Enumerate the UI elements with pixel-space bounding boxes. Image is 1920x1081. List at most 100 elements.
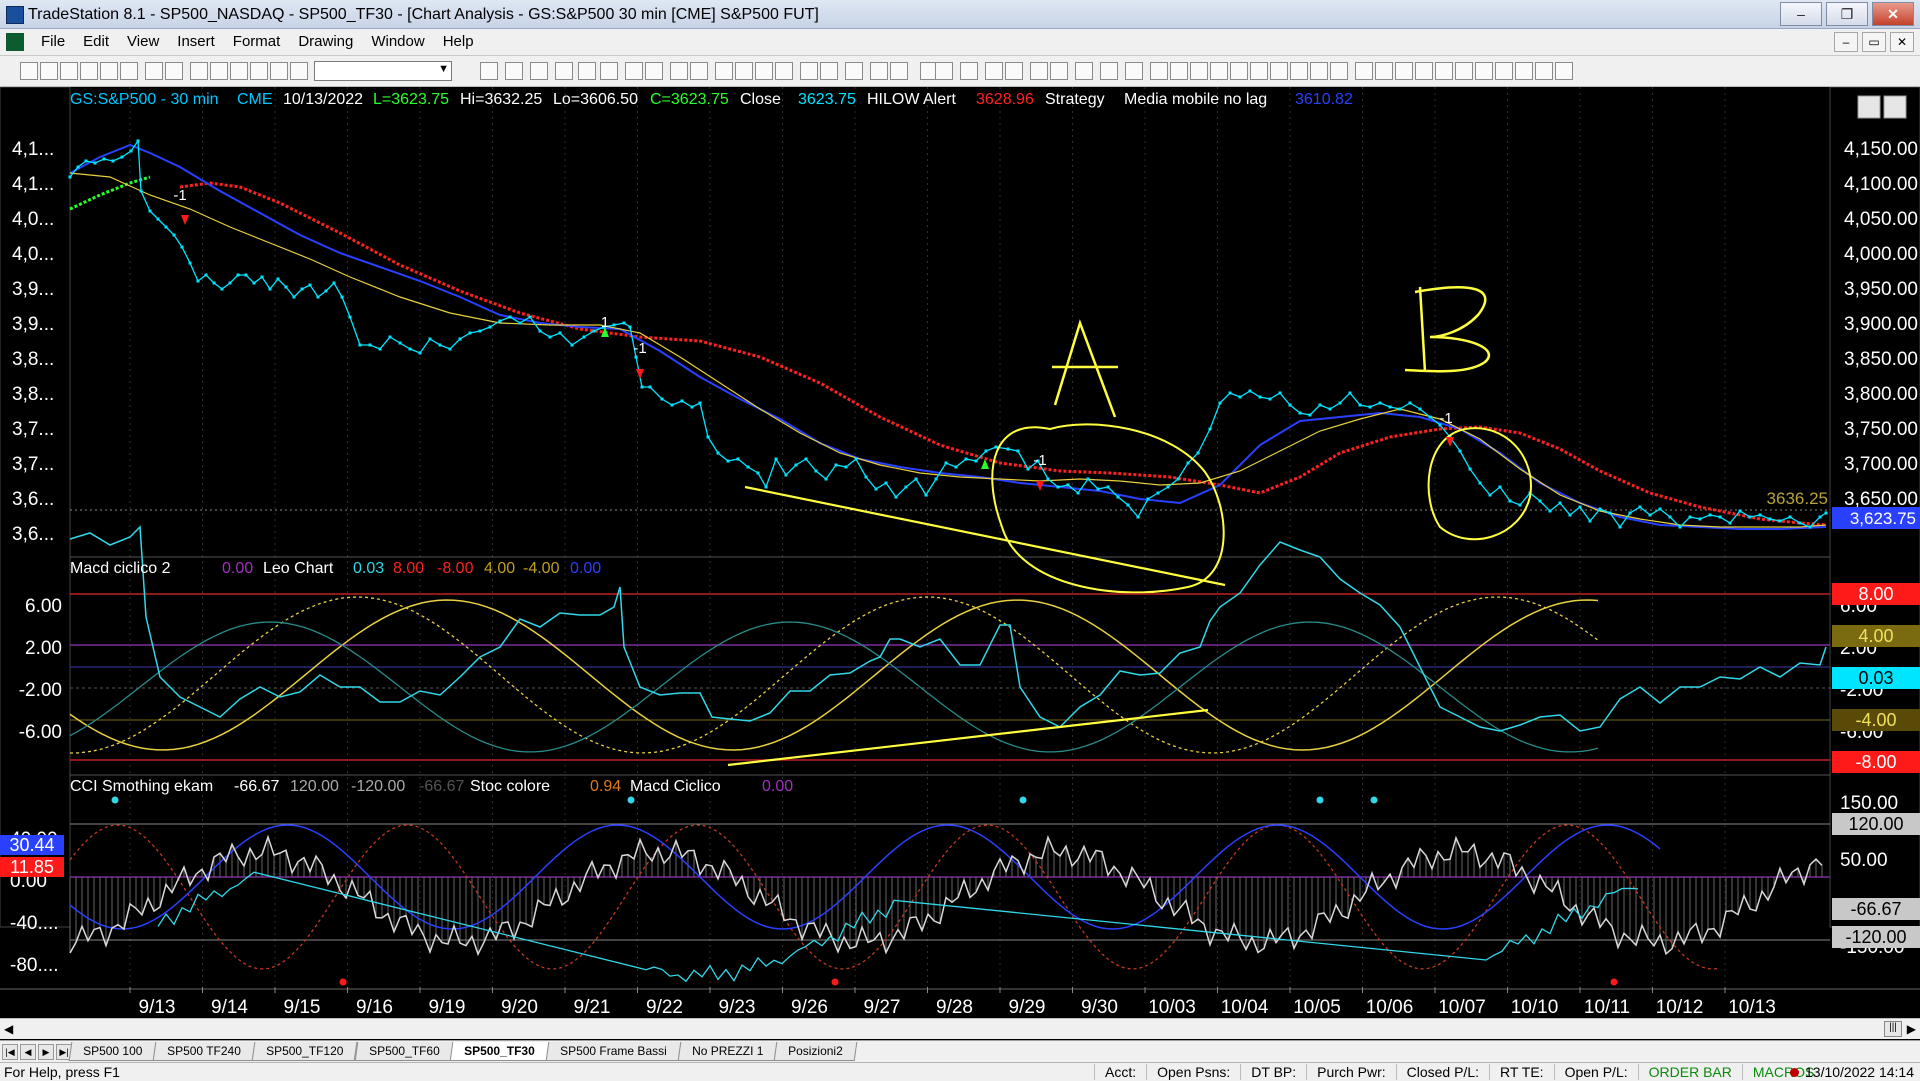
menu-edit[interactable]: Edit <box>74 33 118 50</box>
toolbar-button-50-icon[interactable] <box>1270 62 1288 80</box>
toolbar-button-7-icon[interactable] <box>145 62 163 80</box>
scroll-thumb[interactable]: ||| <box>1884 1021 1902 1037</box>
menu-bar: File Edit View Insert Format Drawing Win… <box>0 29 1920 56</box>
toolbar-button-21-icon[interactable] <box>625 62 643 80</box>
toolbar-button-52-icon[interactable] <box>1310 62 1328 80</box>
menu-help[interactable]: Help <box>434 33 483 50</box>
tab-sp500-tf120[interactable]: SP500_TF120 <box>251 1042 358 1061</box>
toolbar-button-25-icon[interactable] <box>715 62 733 80</box>
close-button[interactable]: ✕ <box>1872 2 1914 26</box>
maximize-button[interactable]: ❐ <box>1826 2 1868 26</box>
toolbar-button-63-icon[interactable] <box>1535 62 1553 80</box>
toolbar-button-44-icon[interactable] <box>1150 62 1168 80</box>
order-bar-button[interactable]: ORDER BAR <box>1637 1064 1742 1080</box>
tab-prev-icon[interactable]: ◀ <box>20 1044 36 1060</box>
toolbar-button-31-icon[interactable] <box>845 62 863 80</box>
toolbar-button-54-icon[interactable] <box>1355 62 1373 80</box>
toolbar-button-35-icon[interactable] <box>935 62 953 80</box>
toolbar-button-9-icon[interactable] <box>190 62 208 80</box>
toolbar-button-41-icon[interactable] <box>1075 62 1093 80</box>
toolbar-button-29-icon[interactable] <box>800 62 818 80</box>
tab-sp500-frame-bassi[interactable]: SP500 Frame Bassi <box>545 1042 682 1061</box>
toolbar-button-45-icon[interactable] <box>1170 62 1188 80</box>
mdi-close-button[interactable]: ✕ <box>1890 32 1914 52</box>
menu-view[interactable]: View <box>118 33 168 50</box>
scroll-left-icon[interactable]: ◀ <box>4 1022 13 1036</box>
toolbar-button-38-icon[interactable] <box>1005 62 1023 80</box>
toolbar-button-40-icon[interactable] <box>1050 62 1068 80</box>
toolbar-button-6-icon[interactable] <box>120 62 138 80</box>
tab-sp500-tf240[interactable]: SP500 TF240 <box>153 1042 256 1061</box>
menu-drawing[interactable]: Drawing <box>289 33 362 50</box>
toolbar-button-5-icon[interactable] <box>100 62 118 80</box>
toolbar-button-16-icon[interactable] <box>505 62 523 80</box>
toolbar-button-49-icon[interactable] <box>1250 62 1268 80</box>
toolbar-button-11-icon[interactable] <box>230 62 248 80</box>
tab-sp500-100[interactable]: SP500 100 <box>68 1042 157 1061</box>
toolbar-button-12-icon[interactable] <box>250 62 268 80</box>
panel-minimize-button[interactable] <box>1857 95 1881 119</box>
toolbar-button-10-icon[interactable] <box>210 62 228 80</box>
mdi-minimize-button[interactable]: – <box>1834 32 1858 52</box>
toolbar-button-61-icon[interactable] <box>1495 62 1513 80</box>
toolbar-button-14-icon[interactable] <box>290 62 308 80</box>
workspace-combo[interactable]: ▼ <box>314 61 452 81</box>
price-bar <box>1218 401 1222 405</box>
toolbar-button-36-icon[interactable] <box>960 62 978 80</box>
toolbar-button-17-icon[interactable] <box>530 62 548 80</box>
toolbar-button-39-icon[interactable] <box>1030 62 1048 80</box>
horizontal-scrollbar[interactable]: ◀ ||| ▶ <box>0 1018 1920 1039</box>
toolbar-button-59-icon[interactable] <box>1455 62 1473 80</box>
toolbar-button-55-icon[interactable] <box>1375 62 1393 80</box>
toolbar-button-23-icon[interactable] <box>670 62 688 80</box>
toolbar-button-1-icon[interactable] <box>20 62 38 80</box>
tab-next-icon[interactable]: ▶ <box>38 1044 54 1060</box>
toolbar-button-64-icon[interactable] <box>1555 62 1573 80</box>
toolbar-button-30-icon[interactable] <box>820 62 838 80</box>
toolbar-button-8-icon[interactable] <box>165 62 183 80</box>
toolbar-button-43-icon[interactable] <box>1125 62 1143 80</box>
toolbar-button-47-icon[interactable] <box>1210 62 1228 80</box>
toolbar-button-56-icon[interactable] <box>1395 62 1413 80</box>
toolbar-button-20-icon[interactable] <box>600 62 618 80</box>
toolbar-button-57-icon[interactable] <box>1415 62 1433 80</box>
toolbar-button-24-icon[interactable] <box>690 62 708 80</box>
panel-restore-button[interactable] <box>1883 95 1907 119</box>
toolbar-button-46-icon[interactable] <box>1190 62 1208 80</box>
toolbar-button-62-icon[interactable] <box>1515 62 1533 80</box>
tab-sp500-tf30[interactable]: SP500_TF30 <box>449 1042 550 1061</box>
toolbar-button-51-icon[interactable] <box>1290 62 1308 80</box>
tab-first-icon[interactable]: |◀ <box>2 1044 18 1060</box>
toolbar-button-42-icon[interactable] <box>1100 62 1118 80</box>
toolbar-button-26-icon[interactable] <box>735 62 753 80</box>
chart-window-icon[interactable] <box>6 33 24 51</box>
toolbar-button-58-icon[interactable] <box>1435 62 1453 80</box>
tab-sp500-tf60[interactable]: SP500_TF60 <box>354 1042 454 1061</box>
toolbar-button-37-icon[interactable] <box>985 62 1003 80</box>
toolbar-button-32-icon[interactable] <box>870 62 888 80</box>
toolbar-button-60-icon[interactable] <box>1475 62 1493 80</box>
minimize-button[interactable]: ‒ <box>1780 2 1822 26</box>
menu-format[interactable]: Format <box>224 33 290 50</box>
menu-window[interactable]: Window <box>362 33 433 50</box>
menu-insert[interactable]: Insert <box>168 33 224 50</box>
scroll-right-icon[interactable]: ▶ <box>1907 1022 1916 1036</box>
toolbar-button-22-icon[interactable] <box>645 62 663 80</box>
toolbar-button-33-icon[interactable] <box>890 62 908 80</box>
toolbar-button-13-icon[interactable] <box>270 62 288 80</box>
toolbar-button-18-icon[interactable] <box>555 62 573 80</box>
tab-no-prezzi-1[interactable]: No PREZZI 1 <box>677 1042 778 1061</box>
toolbar-button-27-icon[interactable] <box>755 62 773 80</box>
toolbar-button-4-icon[interactable] <box>80 62 98 80</box>
toolbar-button-28-icon[interactable] <box>775 62 793 80</box>
tab-posizioni2[interactable]: Posizioni2 <box>773 1042 858 1061</box>
toolbar-button-3-icon[interactable] <box>60 62 78 80</box>
toolbar-button-48-icon[interactable] <box>1230 62 1248 80</box>
mdi-restore-button[interactable]: ▭ <box>1862 32 1886 52</box>
menu-file[interactable]: File <box>32 33 74 50</box>
chart-area[interactable]: -1 1 -1 -1 -1 GS:S&P500 - 30 min CME 10/13/2… <box>0 86 1920 1018</box>
toolbar-button-53-icon[interactable] <box>1330 62 1348 80</box>
toolbar-button-2-icon[interactable] <box>40 62 58 80</box>
toolbar-button-19-icon[interactable] <box>578 62 596 80</box>
toolbar-button-15-icon[interactable] <box>480 62 498 80</box>
